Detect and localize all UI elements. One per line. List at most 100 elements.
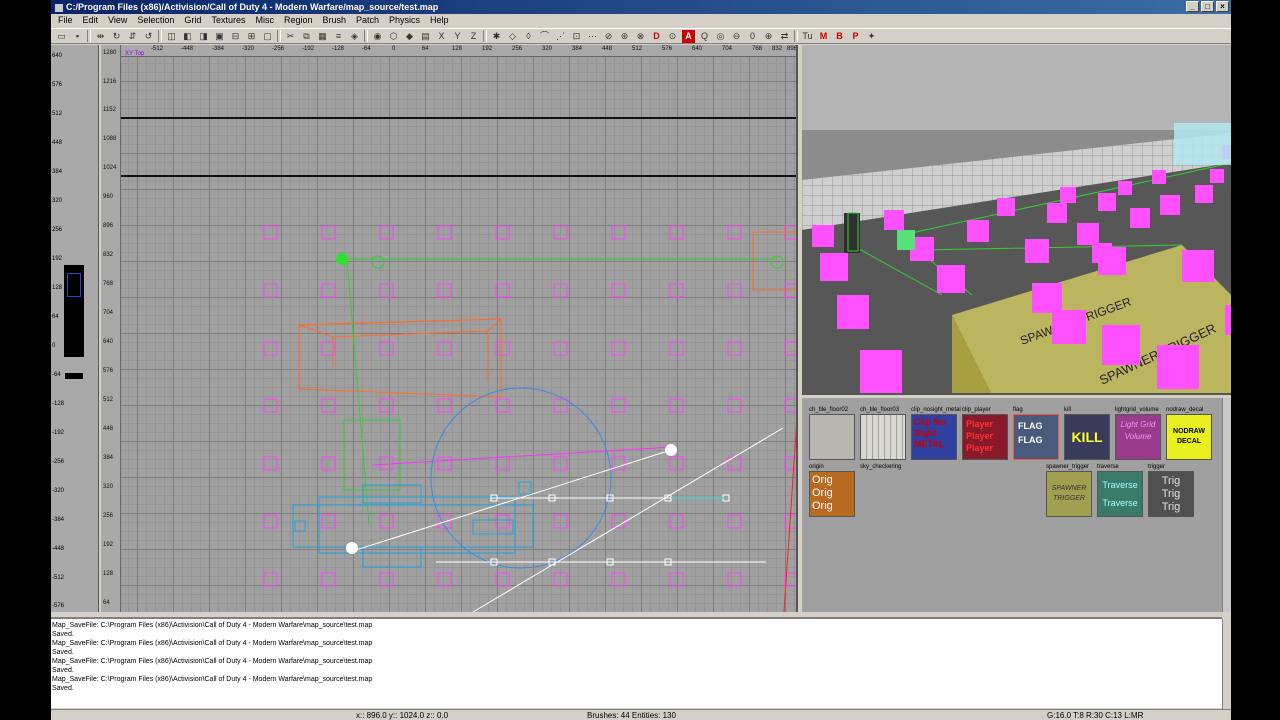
z-label: 320	[52, 198, 63, 204]
save-icon[interactable]: ▪	[71, 30, 84, 43]
orange-brushes[interactable]	[298, 231, 798, 398]
player-start[interactable]	[336, 253, 348, 265]
texture-tile[interactable]: Clip No Sight METAL	[911, 414, 957, 460]
y-tick-label: 640	[103, 339, 114, 345]
touching-icon[interactable]: ◧	[181, 30, 194, 43]
patch-icon[interactable]: ✱	[490, 30, 503, 43]
white-path[interactable]	[355, 427, 784, 612]
node-marker[interactable]	[665, 444, 677, 456]
eye-icon[interactable]: ◎	[714, 30, 727, 43]
csg-merge-icon[interactable]: ⊞	[245, 30, 258, 43]
y-tick-label: 448	[103, 426, 114, 432]
flip-x-icon[interactable]: ⇹	[94, 30, 107, 43]
menu-misc[interactable]: Misc	[250, 14, 279, 27]
texture-tile[interactable]: FLAG FLAG	[1013, 414, 1059, 460]
menu-region[interactable]: Region	[279, 14, 318, 27]
grid-icon[interactable]: ⊕	[762, 30, 775, 43]
menu-grid[interactable]: Grid	[179, 14, 206, 27]
menu-physics[interactable]: Physics	[384, 14, 425, 27]
axis-x-icon[interactable]: X	[435, 30, 448, 43]
open-icon[interactable]: ▭	[55, 30, 68, 43]
axis-y-icon[interactable]: Y	[451, 30, 464, 43]
d-icon[interactable]: D	[650, 30, 663, 43]
texture-browser[interactable]: ch_tile_floor02 ch_tile_floor03 clip_nos…	[802, 398, 1231, 612]
texture-tile[interactable]: Traverse Traverse	[1097, 471, 1143, 517]
zero-icon[interactable]: 0	[746, 30, 759, 43]
texture-tile[interactable]: Orig Orig Orig	[809, 471, 855, 517]
m-icon[interactable]: M	[817, 30, 830, 43]
b-icon[interactable]: B	[833, 30, 846, 43]
cap-icon[interactable]: ⊡	[570, 30, 583, 43]
close-button[interactable]: ×	[1216, 1, 1229, 12]
switch-icon[interactable]: ⇄	[778, 30, 791, 43]
console-scrollbar[interactable]	[1222, 619, 1231, 710]
trigger-grid[interactable]	[263, 225, 798, 587]
clipper-icon[interactable]: ✂	[284, 30, 297, 43]
camera-icon[interactable]: ◉	[371, 30, 384, 43]
texture-tile[interactable]: KILL	[1064, 414, 1110, 460]
texture-tile[interactable]: Player Player Player	[962, 414, 1008, 460]
title-bar: C:/Program Files (x86)/Activision/Call o…	[51, 0, 1231, 14]
menu-edit[interactable]: Edit	[78, 14, 104, 27]
camera-view[interactable]: SPAWNER TRIGGER SPAWNER TRIGGER	[802, 45, 1231, 395]
select-icon[interactable]: ◫	[165, 30, 178, 43]
y-tick-label: 320	[103, 484, 114, 490]
texture-tile[interactable]: SPAWNER TRIGGER	[1046, 471, 1092, 517]
minimize-button[interactable]: _	[1186, 1, 1199, 12]
brush-icon[interactable]: ◆	[403, 30, 416, 43]
xy-grid-view[interactable]: -512 -448 -384 -320 -256 -192 -128 -64 0…	[101, 45, 798, 612]
texture-u-icon[interactable]: Tu	[801, 30, 814, 43]
red-path[interactable]	[783, 309, 798, 612]
weld-icon[interactable]: ⊛	[618, 30, 631, 43]
insert-icon[interactable]: ◊	[522, 30, 535, 43]
invert-icon[interactable]: ⊘	[602, 30, 615, 43]
entity-icon[interactable]: ⬡	[387, 30, 400, 43]
node-marker[interactable]	[346, 542, 358, 554]
show-hidden-icon[interactable]: ⊙	[666, 30, 679, 43]
z-view[interactable]: 640 576 512 448 384 320 256 192 128 64 0…	[51, 45, 99, 612]
csg-subtract-icon[interactable]: ⊟	[229, 30, 242, 43]
hollow-icon[interactable]: ▢	[261, 30, 274, 43]
curve-icon[interactable]: ⌒	[538, 30, 551, 43]
texture-tile[interactable]	[809, 414, 855, 460]
wand-icon[interactable]: ✦	[865, 30, 878, 43]
p-icon[interactable]: P	[849, 30, 862, 43]
maximize-button[interactable]: □	[1201, 1, 1214, 12]
texture-lock-icon[interactable]: ▦	[316, 30, 329, 43]
menu-brush[interactable]: Brush	[317, 14, 351, 27]
texture-tile[interactable]	[860, 414, 906, 460]
cycle-layer-icon[interactable]: ≡	[332, 30, 345, 43]
thicken-icon[interactable]: ⋰	[554, 30, 567, 43]
redisperse-icon[interactable]: ⋯	[586, 30, 599, 43]
lock-icon[interactable]: ⊖	[730, 30, 743, 43]
texture-tile[interactable]: Trig Trig Trig	[1148, 471, 1194, 517]
q-icon[interactable]: Q	[698, 30, 711, 43]
texture-tile[interactable]: Light Grid Volume	[1115, 414, 1161, 460]
rotate-y-icon[interactable]: ↺	[142, 30, 155, 43]
y-tick-label: 1216	[103, 79, 117, 85]
rotate-x-icon[interactable]: ↻	[110, 30, 123, 43]
cubic-clip-icon[interactable]: ◈	[348, 30, 361, 43]
texture-scrollbar[interactable]	[1222, 398, 1231, 612]
change-views-icon[interactable]: ⧉	[300, 30, 313, 43]
console-line: Map_SaveFile: C:\Program Files (x86)\Act…	[52, 658, 373, 665]
y-tick-label: 576	[103, 368, 114, 374]
partial-icon[interactable]: ◨	[197, 30, 210, 43]
filter-icon[interactable]: ▤	[419, 30, 432, 43]
menu-file[interactable]: File	[53, 14, 78, 27]
menu-patch[interactable]: Patch	[351, 14, 384, 27]
menu-selection[interactable]: Selection	[132, 14, 179, 27]
flip-y-icon[interactable]: ⇵	[126, 30, 139, 43]
a-icon[interactable]: A	[682, 29, 695, 43]
inside-icon[interactable]: ▣	[213, 30, 226, 43]
axis-z-icon[interactable]: Z	[467, 30, 480, 43]
drill-icon[interactable]: ⊗	[634, 30, 647, 43]
bend-icon[interactable]: ◇	[506, 30, 519, 43]
texture-tile[interactable]: NODRAW DECAL	[1166, 414, 1212, 460]
map-geometry[interactable]	[101, 45, 798, 612]
menu-help[interactable]: Help	[425, 14, 454, 27]
menu-view[interactable]: View	[103, 14, 132, 27]
status-bar: x:: 896.0 y:: 1024.0 z:: 0.0 Brushes: 44…	[51, 709, 1231, 720]
menu-textures[interactable]: Textures	[206, 14, 250, 27]
camera-scene[interactable]: SPAWNER TRIGGER SPAWNER TRIGGER	[802, 45, 1231, 395]
